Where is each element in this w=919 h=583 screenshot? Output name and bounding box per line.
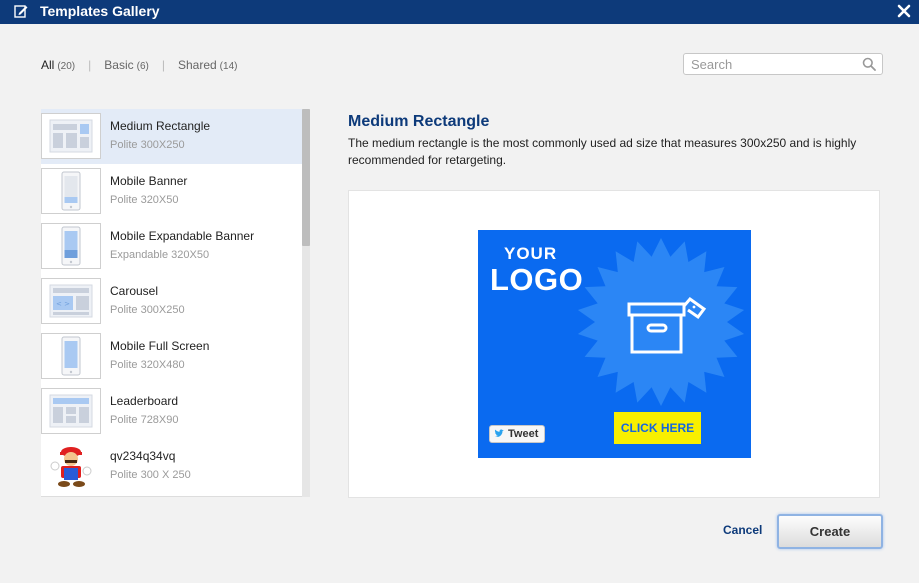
template-name: Mobile Expandable Banner bbox=[110, 229, 255, 243]
template-item-carousel[interactable]: < > Carousel Polite 300X250 bbox=[41, 274, 302, 329]
search-input[interactable] bbox=[691, 56, 851, 72]
filter-tab-shared[interactable]: Shared (14) bbox=[178, 58, 238, 72]
filter-separator: | bbox=[161, 58, 165, 72]
phone-fullscreen-thumbnail bbox=[41, 333, 101, 379]
template-item-mobile-banner[interactable]: Mobile Banner Polite 320X50 bbox=[41, 164, 302, 219]
template-item-mobile-full-screen[interactable]: Mobile Full Screen Polite 320X480 bbox=[41, 329, 302, 384]
search-box bbox=[683, 53, 883, 75]
ad-your-text: YOUR bbox=[504, 244, 558, 263]
template-name: Mobile Full Screen bbox=[110, 339, 210, 353]
layout-rectangle-thumbnail bbox=[41, 113, 101, 159]
filter-label: Basic bbox=[104, 58, 134, 72]
template-size: Polite 320X480 bbox=[110, 359, 185, 371]
filter-tabs: All (20) | Basic (6) | Shared (14) bbox=[41, 58, 237, 72]
template-item-mobile-expandable-banner[interactable]: Mobile Expandable Banner Expandable 320X… bbox=[41, 219, 302, 274]
leaderboard-thumbnail bbox=[41, 388, 101, 434]
ad-preview: YOUR LOGO Tweet CLICK HERE bbox=[478, 230, 751, 458]
template-size: Expandable 320X50 bbox=[110, 249, 210, 261]
filter-tab-basic[interactable]: Basic (6) bbox=[104, 58, 149, 72]
search-icon[interactable] bbox=[862, 57, 876, 71]
template-name: Carousel bbox=[110, 284, 159, 298]
preview-title: Medium Rectangle bbox=[348, 113, 490, 130]
template-name: Mobile Banner bbox=[110, 174, 188, 188]
template-name: qv234q34vq bbox=[110, 449, 176, 463]
carousel-thumbnail: < > bbox=[41, 278, 101, 324]
preview-description: The medium rectangle is the most commonl… bbox=[348, 136, 857, 167]
filter-count: (14) bbox=[219, 61, 238, 72]
filter-count: (20) bbox=[57, 61, 76, 72]
scrollbar-thumb[interactable] bbox=[302, 109, 310, 246]
template-list: Medium Rectangle Polite 300X250 Mobile B… bbox=[41, 109, 302, 497]
template-item-medium-rectangle[interactable]: Medium Rectangle Polite 300X250 bbox=[41, 109, 302, 164]
template-name: Medium Rectangle bbox=[110, 119, 211, 133]
cancel-button[interactable]: Cancel bbox=[723, 523, 762, 537]
list-scrollbar[interactable] bbox=[302, 109, 310, 497]
tweet-label: Tweet bbox=[508, 428, 539, 440]
template-item-leaderboard[interactable]: Leaderboard Polite 728X90 bbox=[41, 384, 302, 439]
create-button[interactable]: Create bbox=[777, 514, 883, 549]
template-size: Polite 300 X 250 bbox=[110, 469, 191, 481]
svg-text:< >: < > bbox=[56, 300, 70, 308]
tweet-button[interactable]: Tweet bbox=[489, 425, 545, 443]
dialog-titlebar: Templates Gallery bbox=[0, 0, 919, 24]
template-size: Polite 320X50 bbox=[110, 194, 179, 206]
character-image-thumbnail bbox=[41, 443, 101, 489]
cta-button[interactable]: CLICK HERE bbox=[614, 412, 701, 444]
filter-tab-all[interactable]: All (20) bbox=[41, 58, 75, 72]
template-size: Polite 300X250 bbox=[110, 139, 185, 151]
phone-expandable-thumbnail bbox=[41, 223, 101, 269]
filter-separator: | bbox=[88, 58, 92, 72]
template-size: Polite 728X90 bbox=[110, 414, 179, 426]
phone-banner-thumbnail bbox=[41, 168, 101, 214]
dialog-title: Templates Gallery bbox=[40, 3, 160, 19]
twitter-bird-icon bbox=[494, 429, 504, 437]
edit-icon bbox=[14, 5, 28, 18]
filter-label: Shared bbox=[177, 58, 217, 72]
close-icon[interactable] bbox=[897, 4, 911, 18]
preview-panel: YOUR LOGO Tweet CLICK HERE bbox=[348, 190, 880, 498]
template-name: Leaderboard bbox=[110, 394, 179, 408]
template-item-qv234q34vq[interactable]: qv234q34vq Polite 300 X 250 bbox=[41, 439, 302, 494]
filter-label: All bbox=[41, 58, 55, 72]
filter-count: (6) bbox=[136, 61, 149, 72]
ad-logo-text: LOGO bbox=[490, 262, 584, 297]
template-size: Polite 300X250 bbox=[110, 304, 185, 316]
starburst-shape bbox=[577, 238, 745, 406]
